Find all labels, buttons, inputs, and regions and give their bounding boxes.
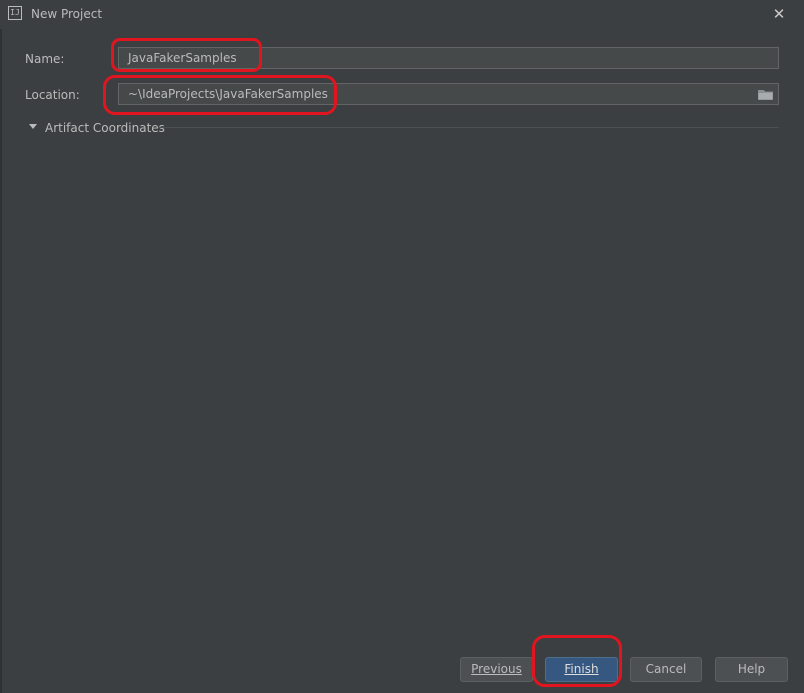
cancel-button-label: Cancel [645, 662, 687, 676]
finish-button-label: Finish [564, 662, 599, 676]
cancel-button[interactable]: Cancel [630, 657, 702, 682]
window-title: New Project [31, 7, 103, 21]
app-icon: IJ [8, 6, 22, 20]
finish-button[interactable]: Finish [545, 657, 618, 682]
section-separator [158, 127, 779, 128]
title-bar: IJ New Project ✕ [0, 0, 804, 29]
folder-icon[interactable] [758, 89, 773, 100]
help-button[interactable]: Help [715, 657, 788, 682]
previous-button-label: Previous [471, 662, 522, 676]
location-input[interactable]: ~\IdeaProjects\JavaFakerSamples [118, 83, 779, 105]
expand-triangle-icon [29, 124, 37, 129]
name-label: Name: [25, 52, 65, 66]
previous-button[interactable]: Previous [460, 657, 533, 682]
help-button-label: Help [737, 662, 766, 676]
location-label: Location: [25, 88, 80, 102]
artifact-coordinates-label: Artifact Coordinates [45, 121, 165, 135]
close-icon[interactable]: ✕ [770, 4, 788, 24]
window-left-edge [0, 29, 2, 693]
name-input[interactable]: JavaFakerSamples [118, 47, 779, 69]
